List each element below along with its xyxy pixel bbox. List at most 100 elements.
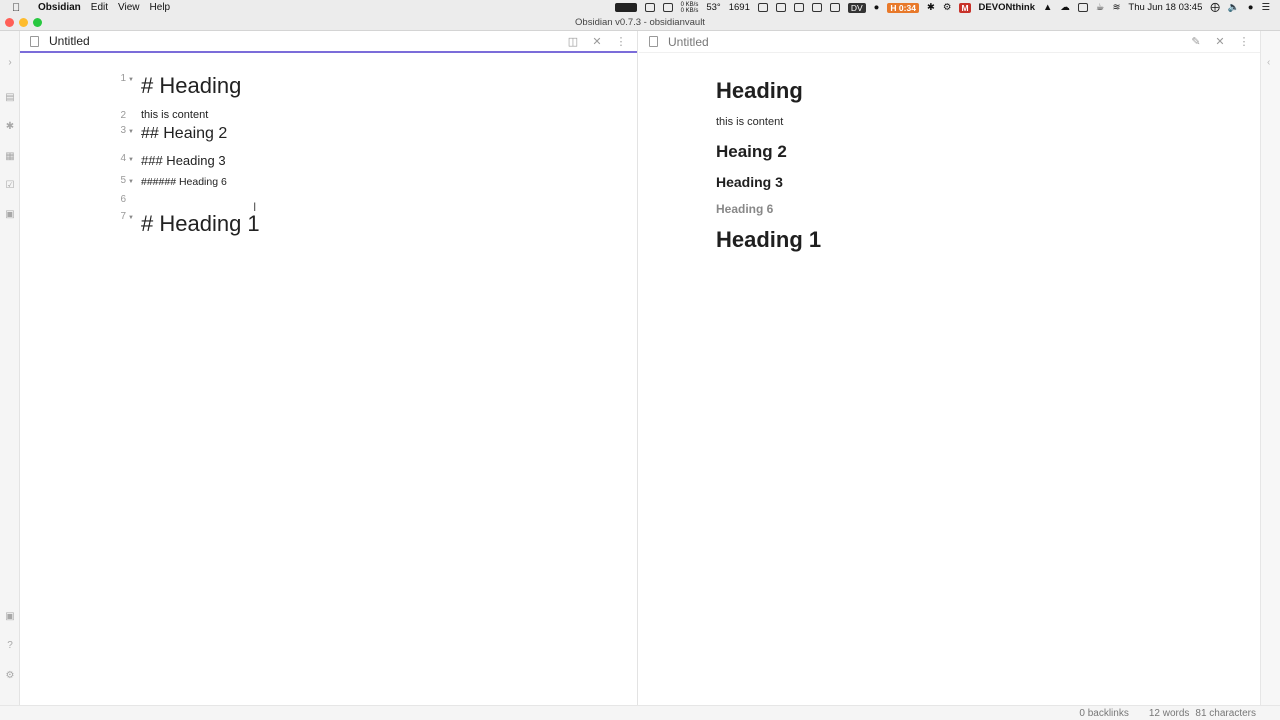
preview-pane-actions: ✎ ✕ ⋮	[1190, 36, 1250, 48]
menu-obsidian[interactable]: Obsidian	[38, 2, 81, 13]
file-icon	[30, 35, 39, 47]
fan-speed-text[interactable]: 1691	[729, 2, 750, 13]
toggle-icon[interactable]	[811, 3, 822, 12]
volume-icon[interactable]: 🔈	[1228, 2, 1240, 13]
editor-line[interactable]: 4 ▼ ### Heading 3	[20, 153, 638, 171]
help-icon[interactable]: ?	[4, 640, 16, 652]
navigation-icon[interactable]	[829, 3, 840, 12]
screen-record-icon[interactable]	[757, 3, 768, 12]
window-icon[interactable]	[1077, 3, 1088, 12]
line-number: 4	[120, 153, 126, 164]
editor-pane-title[interactable]: Untitled	[49, 34, 90, 48]
cloud-icon[interactable]: ☁	[1060, 2, 1070, 13]
editor-line[interactable]: 3 ▼ ## Heaing 2	[20, 125, 638, 147]
shield-icon[interactable]	[793, 3, 804, 12]
status-bar: 0 backlinks 12 words 81 characters	[0, 705, 1280, 720]
archive-icon[interactable]: ▣	[4, 209, 16, 221]
fold-arrow-icon[interactable]: ▼	[128, 77, 134, 83]
fold-arrow-icon[interactable]: ▼	[128, 129, 134, 135]
daily-note-icon[interactable]: ☑	[4, 180, 16, 192]
settings-icon[interactable]: ⚙	[4, 670, 16, 682]
zoom-window-button[interactable]	[33, 18, 42, 27]
network-speed[interactable]: 0 KB/s 0 KB/s	[681, 2, 699, 14]
preview-pane: Untitled ✎ ✕ ⋮ Heading this is content H…	[639, 31, 1260, 705]
line-number: 3	[120, 125, 126, 136]
editor-line-text[interactable]: ###### Heading 6	[141, 176, 227, 188]
disk-icon[interactable]	[662, 3, 673, 12]
editor-pane-header: Untitled ◫ ✕ ⋮	[20, 31, 637, 53]
expand-right-sidebar-icon[interactable]: ‹	[1267, 57, 1270, 68]
sync-icon[interactable]	[775, 3, 786, 12]
file-icon	[649, 36, 658, 47]
steam-icon[interactable]: ⚙	[943, 2, 952, 13]
preview-pane-title[interactable]: Untitled	[668, 35, 709, 49]
editor-line-text[interactable]: this is content	[141, 109, 208, 121]
vault-icon[interactable]: ▣	[4, 611, 16, 623]
expand-icon[interactable]: ›	[4, 57, 16, 69]
devonthink-logo-icon[interactable]: M	[959, 2, 971, 13]
user-icon[interactable]: ●	[1248, 2, 1254, 13]
graph-icon[interactable]: ✱	[4, 121, 16, 133]
menu-bar:  Obsidian Edit View Help 0 KB/s0 KB/s 5…	[0, 0, 1280, 15]
control-center-icon[interactable]: ☰	[1261, 2, 1270, 13]
menu-bar-status-area: 0 KB/s 0 KB/s 53° 1691 DV ● H 0:34 ✱ ⚙ M …	[614, 2, 1280, 14]
dv-badge[interactable]: DV	[847, 2, 866, 13]
editor-line[interactable]: 6	[20, 194, 638, 208]
backlinks-count[interactable]: 0 backlinks	[1079, 708, 1128, 719]
text-cursor-icon: I	[253, 200, 257, 214]
editor-line-text[interactable]: # Heading	[141, 73, 241, 99]
preview-pane-header: Untitled ✎ ✕ ⋮	[639, 31, 1260, 53]
devonthink-text[interactable]: DEVONthink	[979, 2, 1035, 13]
menu-edit[interactable]: Edit	[91, 2, 108, 13]
editor-pane-actions: ◫ ✕ ⋮	[567, 36, 627, 48]
editor-pane: Untitled ◫ ✕ ⋮ 1 ▼ # Heading 2 this is c…	[20, 31, 638, 705]
fold-arrow-icon[interactable]: ▼	[128, 215, 134, 221]
traffic-lights	[5, 18, 42, 27]
datetime-text[interactable]: Thu Jun 18 03:45	[1128, 2, 1202, 13]
close-window-button[interactable]	[5, 18, 14, 27]
line-number: 1	[120, 73, 126, 84]
fold-arrow-icon[interactable]: ▼	[128, 179, 134, 185]
editor-line[interactable]: 7 ▼ # Heading 1	[20, 211, 638, 241]
memory-icon[interactable]	[644, 3, 655, 12]
editor-line[interactable]: 1 ▼ # Heading	[20, 73, 638, 103]
word-count: 12 words	[1148, 707, 1190, 719]
temperature-text[interactable]: 53°	[706, 2, 720, 13]
editor-line-text[interactable]: ### Heading 3	[141, 153, 226, 168]
preview-heading-3: Heading 3	[716, 174, 783, 190]
wifi-icon[interactable]: ≋	[1112, 2, 1120, 13]
coffee-icon[interactable]: ☕	[1096, 2, 1105, 13]
editor-line[interactable]: 2 this is content	[20, 109, 638, 123]
net-down-text: 0 KB/s	[680, 7, 699, 14]
plugins-icon[interactable]: ▦	[4, 151, 16, 163]
notification-bell-icon[interactable]: ●	[874, 2, 880, 13]
editor-line-text[interactable]: ## Heaing 2	[141, 125, 227, 143]
more-options-icon[interactable]: ⋮	[1238, 36, 1250, 48]
timer-text: 0:34	[898, 2, 916, 13]
menu-help[interactable]: Help	[150, 2, 171, 13]
crosshair-icon[interactable]: ⨁	[1210, 2, 1220, 13]
timer-badge[interactable]: H 0:34	[887, 2, 919, 13]
preview-heading-6: Heading 6	[716, 202, 774, 216]
line-number: 7	[120, 211, 126, 222]
close-icon[interactable]: ✕	[591, 36, 603, 48]
bluetooth-icon[interactable]: ✱	[927, 2, 935, 13]
fold-arrow-icon[interactable]: ▼	[128, 157, 134, 163]
menu-view[interactable]: View	[118, 2, 140, 13]
editor-line-text[interactable]: # Heading 1	[141, 211, 260, 237]
edit-icon[interactable]: ✎	[1190, 36, 1202, 48]
pin-icon[interactable]: ▲	[1043, 2, 1052, 13]
line-number: 5	[120, 175, 126, 186]
more-options-icon[interactable]: ⋮	[615, 36, 627, 48]
editor-line[interactable]: 5 ▼ ###### Heading 6	[20, 175, 638, 191]
minimize-window-button[interactable]	[19, 18, 28, 27]
line-number: 2	[120, 110, 126, 121]
preview-heading-1: Heading 1	[716, 227, 822, 252]
character-count: 81 characters	[1195, 707, 1256, 719]
preview-toggle-icon[interactable]: ◫	[567, 36, 579, 48]
apple-icon[interactable]: 	[12, 2, 26, 14]
open-file-icon[interactable]: ▤	[4, 92, 16, 104]
line-number: 6	[120, 194, 126, 205]
cpu-graph-icon[interactable]	[614, 3, 637, 12]
close-icon[interactable]: ✕	[1214, 36, 1226, 48]
